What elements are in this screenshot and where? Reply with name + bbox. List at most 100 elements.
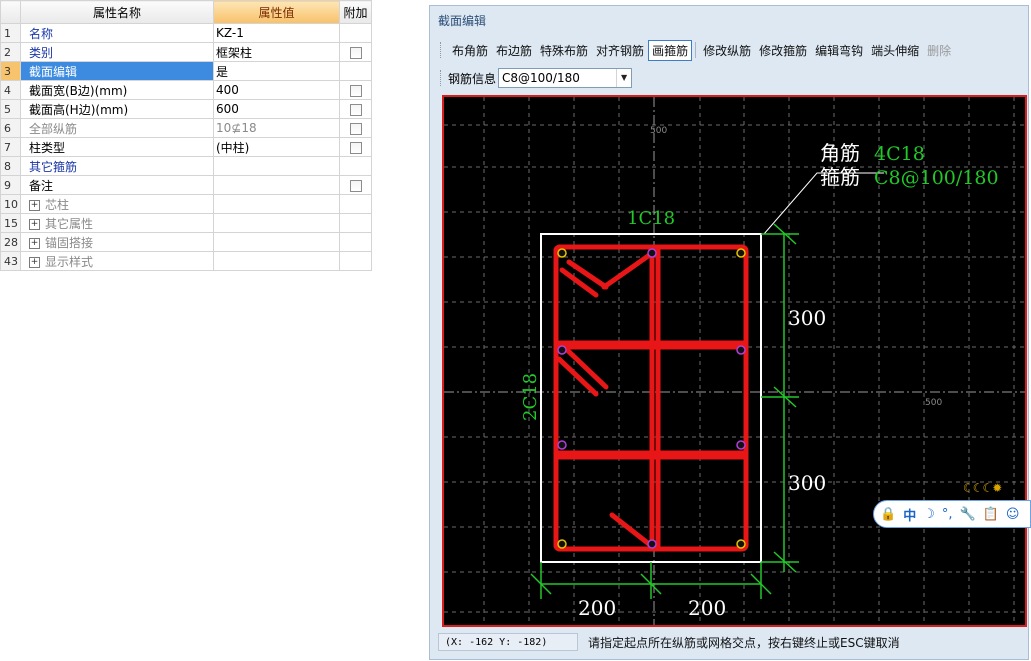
dropdown-arrow-icon[interactable]: ▼ [616, 69, 631, 87]
property-value[interactable] [213, 194, 340, 214]
modify-longitudinal-button[interactable]: 修改纵筋 [699, 40, 755, 61]
toolbar-grip[interactable] [440, 42, 444, 58]
delete-button[interactable]: 删除 [923, 40, 955, 61]
corner-rebar-point[interactable] [557, 248, 567, 258]
grid-label-top: 500 [650, 126, 667, 136]
header-value[interactable]: 属性值 [213, 0, 340, 24]
ime-chinese-mode-icon[interactable]: 中 [903, 505, 916, 524]
property-value[interactable]: KZ-1 [213, 23, 340, 43]
extra-checkbox[interactable] [349, 122, 362, 135]
special-rebar-button[interactable]: 特殊布筋 [536, 40, 592, 61]
property-name[interactable]: 柱类型 [20, 137, 214, 157]
rebar-info-select[interactable]: C8@100/180 ▼ [498, 68, 633, 88]
property-name[interactable]: 全部纵筋 [20, 118, 214, 138]
property-row[interactable]: 1 名称 KZ-1 [0, 23, 372, 43]
ime-toolbar[interactable]: 🔒 中 ☽ °, 🔧 📋 ☺ [873, 500, 1031, 528]
header-name[interactable]: 属性名称 [20, 0, 214, 24]
stirrup-hooks[interactable] [556, 251, 654, 547]
property-row[interactable]: 4 截面宽(B边)(mm) 400 [0, 80, 372, 100]
row-index: 3 [0, 61, 21, 81]
property-extra [339, 251, 372, 271]
property-name[interactable]: 截面编辑 [20, 61, 214, 81]
property-row[interactable]: 2 类别 框架柱 [0, 42, 372, 62]
side-rebar-point[interactable] [736, 345, 746, 355]
property-extra [339, 156, 372, 176]
property-value[interactable] [213, 232, 340, 252]
property-name[interactable]: + 显示样式 [20, 251, 214, 271]
property-row[interactable]: 7 柱类型 (中柱) [0, 137, 372, 157]
property-row[interactable]: 28 + 锚固搭接 [0, 232, 372, 252]
edit-toolbar: 布角筋 布边筋 特殊布筋 对齐钢筋 画箍筋 修改纵筋 修改箍筋 编辑弯钩 端头伸… [440, 39, 955, 61]
property-value[interactable]: 是 [213, 61, 340, 81]
property-value[interactable] [213, 251, 340, 271]
side-rebar-point[interactable] [557, 440, 567, 450]
property-value[interactable]: 框架柱 [213, 42, 340, 62]
property-row[interactable]: 10 + 芯柱 [0, 194, 372, 214]
property-value[interactable]: (中柱) [213, 137, 340, 157]
property-name[interactable]: 类别 [20, 42, 214, 62]
row-index: 9 [0, 175, 21, 195]
status-hint: 请指定起点所在纵筋或网格交点，按右键终止或ESC键取消 [588, 635, 900, 650]
property-name[interactable]: 其它箍筋 [20, 156, 214, 176]
expand-plus-icon[interactable]: + [29, 237, 40, 249]
property-name-text: 芯柱 [45, 197, 70, 212]
property-row[interactable]: 3 截面编辑 是 [0, 61, 372, 81]
extra-checkbox[interactable] [349, 179, 362, 192]
property-name-text: 显示样式 [45, 254, 94, 269]
property-value[interactable] [213, 213, 340, 233]
extra-checkbox[interactable] [349, 141, 362, 154]
property-row[interactable]: 5 截面高(H边)(mm) 600 [0, 99, 372, 119]
property-name[interactable]: + 芯柱 [20, 194, 214, 214]
ime-clipboard-icon[interactable]: 📋 [983, 507, 999, 522]
place-corner-rebar-button[interactable]: 布角筋 [448, 40, 492, 61]
edit-hook-button[interactable]: 编辑弯钩 [811, 40, 867, 61]
property-value[interactable] [213, 156, 340, 176]
row-index: 2 [0, 42, 21, 62]
side-rebar-point[interactable] [557, 345, 567, 355]
place-side-rebar-button[interactable]: 布边筋 [492, 40, 536, 61]
section-drawing-canvas[interactable]: 500 500 角筋 4C18 箍筋 C8@100/180 1C18 2C18 [442, 95, 1027, 627]
side-rebar-point[interactable] [647, 539, 657, 549]
header-index [0, 0, 21, 24]
property-name[interactable]: 名称 [20, 23, 214, 43]
property-name[interactable]: + 锚固搭接 [20, 232, 214, 252]
property-row[interactable]: 9 备注 [0, 175, 372, 195]
end-extend-button[interactable]: 端头伸缩 [867, 40, 923, 61]
property-name[interactable]: + 其它属性 [20, 213, 214, 233]
corner-rebar-point[interactable] [557, 539, 567, 549]
extra-checkbox[interactable] [349, 46, 362, 59]
modify-stirrup-button[interactable]: 修改箍筋 [755, 40, 811, 61]
property-value[interactable]: 10⊈18 [213, 118, 340, 138]
header-extra[interactable]: 附加 [339, 0, 372, 24]
property-row[interactable]: 8 其它箍筋 [0, 156, 372, 176]
draw-stirrup-button[interactable]: 画箍筋 [648, 39, 693, 61]
ime-lock-icon[interactable]: 🔒 [880, 507, 896, 522]
expand-plus-icon[interactable]: + [29, 199, 40, 211]
ime-emoji-icon[interactable]: ☺ [1006, 507, 1020, 522]
extra-checkbox[interactable] [349, 84, 362, 97]
stirrups[interactable] [553, 244, 749, 552]
property-value[interactable]: 400 [213, 80, 340, 100]
row-index: 6 [0, 118, 21, 138]
align-rebar-button[interactable]: 对齐钢筋 [592, 40, 648, 61]
ime-settings-icon[interactable]: 🔧 [960, 507, 976, 522]
extra-checkbox[interactable] [349, 103, 362, 116]
side-rebar-point[interactable] [647, 248, 657, 258]
ime-halfwidth-icon[interactable]: ☽ [923, 507, 935, 522]
property-name[interactable]: 截面高(H边)(mm) [20, 99, 214, 119]
property-value[interactable]: 600 [213, 99, 340, 119]
ime-punctuation-icon[interactable]: °, [942, 507, 953, 522]
corner-rebar-point[interactable] [736, 539, 746, 549]
property-name[interactable]: 备注 [20, 175, 214, 195]
section-drawing[interactable]: 500 500 角筋 4C18 箍筋 C8@100/180 1C18 2C18 [444, 97, 1025, 625]
expand-plus-icon[interactable]: + [29, 218, 40, 230]
corner-rebar-point[interactable] [736, 248, 746, 258]
property-row[interactable]: 6 全部纵筋 10⊈18 [0, 118, 372, 138]
property-row[interactable]: 15 + 其它属性 [0, 213, 372, 233]
toolbar-grip[interactable] [440, 70, 444, 86]
property-row[interactable]: 43 + 显示样式 [0, 251, 372, 271]
property-name[interactable]: 截面宽(B边)(mm) [20, 80, 214, 100]
expand-plus-icon[interactable]: + [29, 256, 40, 268]
side-rebar-point[interactable] [736, 440, 746, 450]
property-value[interactable] [213, 175, 340, 195]
